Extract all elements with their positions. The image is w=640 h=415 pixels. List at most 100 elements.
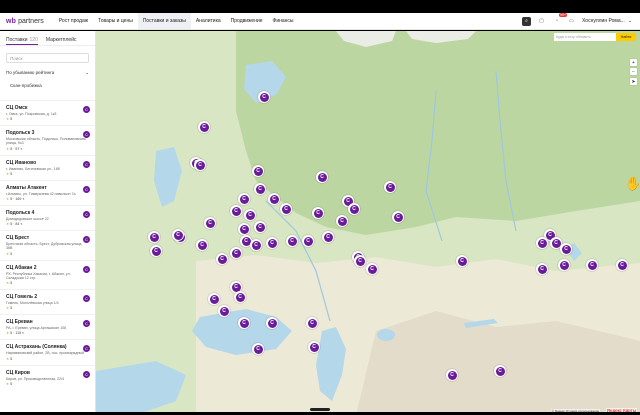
warehouse-map-marker[interactable]: C xyxy=(258,91,270,103)
warehouse-map-marker[interactable]: C xyxy=(616,259,628,271)
warehouse-address: Гомель, Могилёвская улица 1/4 xyxy=(6,301,59,306)
warehouse-map-marker[interactable]: C xyxy=(198,121,210,133)
warehouse-map-marker[interactable]: C xyxy=(322,231,334,243)
warehouse-map-marker[interactable]: C xyxy=(218,305,230,317)
warehouse-map-marker[interactable]: C xyxy=(494,365,506,377)
list-item[interactable]: СЦ Иваново г. Иваново, Бегичевская ул., 1… xyxy=(0,154,95,180)
map-search-button[interactable]: Найти xyxy=(616,33,636,41)
warehouse-map-marker[interactable]: C xyxy=(302,235,314,247)
warehouse-map-marker[interactable]: C xyxy=(204,217,216,229)
bell-icon[interactable]: ◔ 99+ xyxy=(552,12,568,26)
warehouse-rating: ★ 5 xyxy=(6,382,89,386)
warehouse-map-marker[interactable]: C xyxy=(252,165,264,177)
nav-item[interactable]: Аналитика xyxy=(191,13,226,29)
warehouse-map-marker[interactable]: C xyxy=(238,223,250,235)
warehouse-map-marker[interactable]: C xyxy=(268,193,280,205)
locate-icon[interactable]: ➤ xyxy=(630,78,637,85)
marker-letter: C xyxy=(537,238,547,248)
search-input[interactable]: Поиск xyxy=(6,53,89,63)
hand-cursor-icon: ✋ xyxy=(625,176,640,191)
warehouse-rating: ★ 5 xyxy=(6,281,89,285)
rating-value: 5 xyxy=(10,381,13,386)
warehouse-map-marker[interactable]: C xyxy=(230,247,242,259)
warehouse-map-marker[interactable]: C xyxy=(280,203,292,215)
list-item[interactable]: Подольск 4 Домодедовское шоссе 22 ★ 5 · 84… xyxy=(0,205,95,230)
warehouse-marker-icon: C xyxy=(83,185,90,193)
warehouse-map-marker[interactable]: C xyxy=(560,243,572,255)
scan-link[interactable]: Скан-пробежка xyxy=(10,83,89,91)
warehouse-map-marker[interactable]: C xyxy=(252,343,264,355)
warehouse-map-marker[interactable]: C xyxy=(216,253,228,265)
warehouse-map-marker[interactable]: C xyxy=(536,237,548,249)
warehouse-map-marker[interactable]: C xyxy=(266,237,278,249)
warehouse-map-marker[interactable]: C xyxy=(446,369,458,381)
warehouse-map-marker[interactable]: C xyxy=(536,263,548,275)
list-item[interactable]: СЦ Астрахань (Солянка) Наримановский райо… xyxy=(0,339,95,364)
warehouse-map-marker[interactable]: C xyxy=(208,293,220,305)
tab-supplies[interactable]: Поставки 120 xyxy=(6,37,38,45)
warehouse-map-marker[interactable]: C xyxy=(586,259,598,271)
warehouse-map-marker[interactable]: C xyxy=(230,205,242,217)
warehouse-map-marker[interactable]: C xyxy=(348,203,360,215)
zoom-out-button[interactable]: − xyxy=(630,68,637,75)
nav-item[interactable]: Поставки и заказы xyxy=(137,13,191,29)
warehouse-map-marker[interactable]: C xyxy=(558,259,570,271)
warehouse-map-marker[interactable]: C xyxy=(456,255,468,267)
warehouse-map-marker[interactable]: C xyxy=(266,317,278,329)
nav-item[interactable]: Продвижение xyxy=(226,13,268,29)
list-item[interactable]: Алматы Атакент г.Алматы, ул. Тимирязева 4… xyxy=(0,179,95,205)
list-item[interactable]: СЦ Киров Киров, ул. Производственная, 22/… xyxy=(0,364,95,390)
warehouse-map-marker[interactable]: C xyxy=(238,317,250,329)
list-item[interactable]: СЦ Гомель 2 Гомель, Могилёвская улица 1/4… xyxy=(0,289,95,314)
warehouse-map-marker[interactable]: C xyxy=(234,291,246,303)
warehouse-map-marker[interactable]: C xyxy=(366,263,378,275)
logo[interactable]: wb partners xyxy=(6,18,44,25)
map-search-input[interactable]: Куда я хочу обновить xyxy=(554,33,616,41)
warehouse-map-marker[interactable]: C xyxy=(150,245,162,257)
warehouse-map-marker[interactable]: C xyxy=(384,181,396,193)
nav-item[interactable]: Рост продаж xyxy=(54,13,93,29)
star-icon: ★ xyxy=(6,306,10,311)
rating-value: 5 · 169 т. xyxy=(10,197,25,202)
warehouse-map-marker[interactable]: C xyxy=(172,229,184,241)
tab-marketplace[interactable]: Маркетплейс xyxy=(46,37,77,45)
warehouse-map-marker[interactable]: C xyxy=(306,317,318,329)
nav-item[interactable]: Финансы xyxy=(268,13,299,29)
drag-handle[interactable] xyxy=(310,408,330,411)
warehouse-map-marker[interactable]: C xyxy=(392,211,404,223)
warehouse-map-marker[interactable]: C xyxy=(196,239,208,251)
warehouse-map-marker[interactable]: C xyxy=(194,159,206,171)
logo-partners: partners xyxy=(18,17,44,25)
marker-letter: C xyxy=(245,210,255,220)
warehouse-map-marker[interactable]: C xyxy=(250,239,262,251)
warehouse-map-marker[interactable]: C xyxy=(354,255,366,267)
warehouse-name: СЦ Иваново xyxy=(6,159,37,166)
warehouse-map-marker[interactable]: C xyxy=(286,235,298,247)
warehouse-map-marker[interactable]: C xyxy=(336,215,348,227)
sort-select[interactable]: По убыванию рейтинга ⌄ xyxy=(6,68,89,77)
list-item[interactable]: СЦ Брест Брестская область, Брест, Дубров… xyxy=(0,230,95,259)
warehouse-map-marker[interactable]: C xyxy=(238,193,250,205)
user-menu[interactable]: Хоснуллин Рома... ⌄ xyxy=(582,18,632,24)
document-icon[interactable]: ▢ xyxy=(537,17,546,26)
warehouse-map-marker[interactable]: C xyxy=(308,341,320,353)
warehouse-map-marker[interactable]: C xyxy=(254,183,266,195)
list-item[interactable]: Подольск 3 Московская область, Подольск, … xyxy=(0,125,95,154)
warehouse-map-marker[interactable]: C xyxy=(148,231,160,243)
chat-icon[interactable]: ▭ xyxy=(567,17,576,26)
warehouse-name: Подольск 3 xyxy=(6,130,35,137)
marker-letter: C xyxy=(205,218,215,228)
warehouse-map-marker[interactable]: C xyxy=(254,221,266,233)
map-area[interactable]: Куда я хочу обновить Найти + − ➤ CCCCCCC… xyxy=(96,31,640,415)
list-item[interactable]: СЦ Абакан 2 РХ, Республика Хакасия, г. Аб… xyxy=(0,259,95,289)
marker-letter: C xyxy=(255,184,265,194)
nav-item[interactable]: Товары и цены xyxy=(93,13,138,29)
warehouse-map-marker[interactable]: C xyxy=(312,207,324,219)
search-icon[interactable]: ⌕ xyxy=(522,16,532,26)
list-item[interactable]: СЦ Ереван РА, г. Ереван, улица Арташисян … xyxy=(0,314,95,339)
zoom-in-button[interactable]: + xyxy=(630,59,637,66)
list-item[interactable]: СЦ Омск г. Омск, ул. Покровская, д. 1к3 ★ … xyxy=(0,100,95,125)
rating-value: 5 xyxy=(10,117,13,122)
warehouse-map-marker[interactable]: C xyxy=(244,209,256,221)
warehouse-map-marker[interactable]: C xyxy=(316,171,328,183)
